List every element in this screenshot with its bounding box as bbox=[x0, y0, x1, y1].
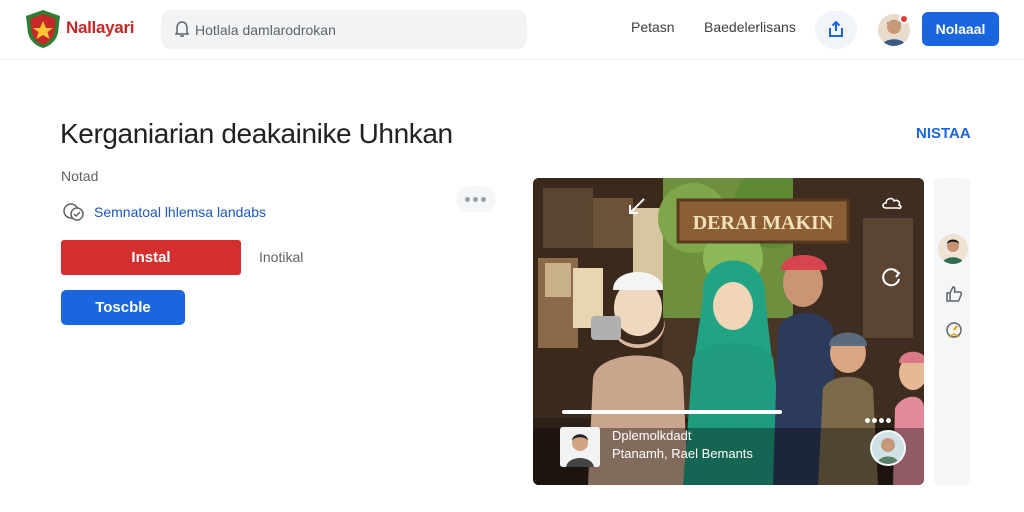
feature-text: Semnatoal lhlemsa landabs bbox=[94, 204, 266, 220]
share-icon bbox=[829, 20, 843, 37]
more-options-button[interactable] bbox=[456, 186, 496, 212]
share-button[interactable] bbox=[815, 11, 857, 49]
more-dot-icon bbox=[473, 197, 478, 202]
caption-thumbnail-image bbox=[560, 427, 600, 467]
search-input[interactable]: Hotlala damlarodrokan bbox=[195, 22, 336, 38]
bell-search-icon bbox=[175, 21, 189, 37]
caption-avatar[interactable] bbox=[870, 430, 906, 466]
nav-link-petasn[interactable]: Petasn bbox=[631, 19, 675, 35]
brand-name[interactable]: Nallayari bbox=[66, 18, 134, 38]
caption-title: Dplemolkdadt bbox=[612, 428, 692, 443]
notification-dot bbox=[899, 14, 909, 24]
search-bar[interactable]: Hotlala damlarodrokan bbox=[161, 10, 527, 49]
top-header: Nallayari Hotlala damlarodrokan Petasn B… bbox=[0, 0, 1024, 60]
thumbs-up-icon[interactable] bbox=[944, 284, 964, 304]
badge-icon[interactable] bbox=[944, 320, 964, 340]
rail-avatar-image bbox=[938, 234, 968, 264]
chat-bubbles-icon bbox=[63, 203, 84, 221]
sign-text: DERAI MAKIN bbox=[693, 212, 834, 234]
video-progress-bar[interactable] bbox=[562, 410, 782, 414]
page-title: Kerganiarian deakainike Uhnkan bbox=[60, 118, 453, 149]
install-button[interactable]: Instal bbox=[61, 240, 241, 275]
refresh-icon[interactable] bbox=[881, 266, 903, 288]
secondary-button[interactable]: Toscble bbox=[61, 290, 185, 325]
shield-logo-icon[interactable] bbox=[24, 9, 62, 49]
header-primary-button[interactable]: Nolaaal bbox=[922, 12, 999, 46]
media-more-icon[interactable] bbox=[865, 410, 893, 428]
more-dot-icon bbox=[465, 197, 470, 202]
meta-label: Notad bbox=[61, 168, 99, 184]
caption-avatar-image bbox=[872, 432, 904, 464]
more-dot-icon bbox=[481, 197, 486, 202]
nav-link-baedelerlisans[interactable]: Baedelerlisans bbox=[704, 19, 796, 35]
title-action-link[interactable]: NISTAA bbox=[916, 125, 971, 142]
caption-subtitle: Ptanamh, Rael Bemants bbox=[612, 446, 753, 461]
back-arrow-icon[interactable] bbox=[626, 196, 648, 218]
caption-thumbnail[interactable] bbox=[560, 427, 600, 467]
rail-avatar[interactable] bbox=[938, 234, 968, 264]
install-note: Inotikal bbox=[259, 249, 304, 265]
cloud-icon[interactable] bbox=[881, 195, 903, 211]
